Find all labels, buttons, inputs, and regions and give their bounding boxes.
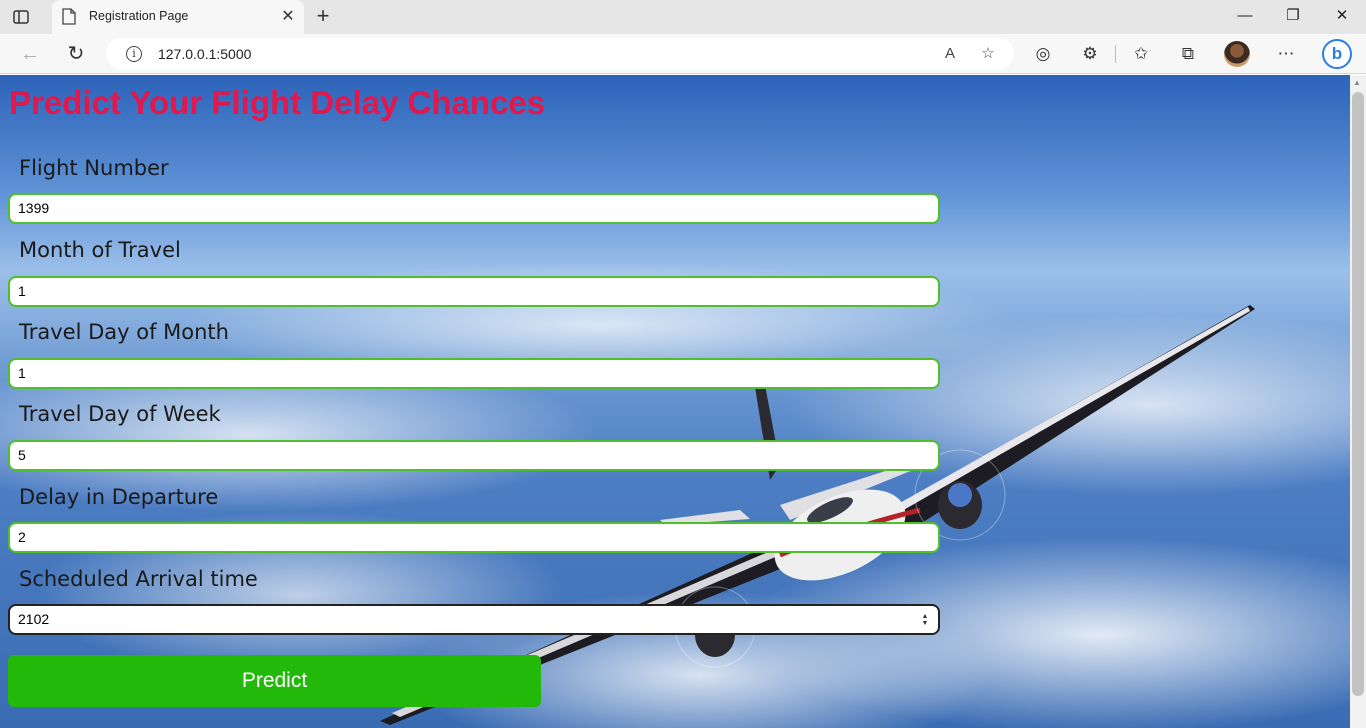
- address-bar[interactable]: i 127.0.0.1:5000 A ☆: [106, 38, 1014, 70]
- add-favorite-icon[interactable]: ☆: [978, 44, 998, 64]
- flight-number-label: Flight Number: [19, 156, 169, 180]
- month-of-travel-input[interactable]: 1: [8, 276, 940, 307]
- favorites-icon[interactable]: ✩: [1130, 43, 1152, 65]
- minimize-icon[interactable]: —: [1232, 5, 1258, 27]
- scheduled-arrival-time-value: 2102: [18, 611, 50, 627]
- flight-number-input[interactable]: 1399: [8, 193, 940, 224]
- url-text: 127.0.0.1:5000: [158, 46, 252, 62]
- travel-day-of-month-input[interactable]: 1: [8, 358, 940, 389]
- bing-chat-icon[interactable]: b: [1322, 39, 1352, 69]
- delay-in-departure-label: Delay in Departure: [19, 485, 219, 509]
- month-of-travel-label: Month of Travel: [19, 238, 181, 262]
- collections-icon[interactable]: ⧉: [1177, 43, 1199, 65]
- scroll-up-icon[interactable]: ▲: [1353, 78, 1361, 87]
- back-icon[interactable]: ←: [18, 42, 42, 66]
- refresh-icon[interactable]: ↻: [64, 42, 88, 66]
- document-icon: [62, 8, 76, 25]
- read-aloud-icon[interactable]: A: [940, 44, 960, 64]
- predict-button[interactable]: Predict: [8, 655, 541, 707]
- browser-toolbar: ← ↻ i 127.0.0.1:5000 A ☆ ◎ ⚙ ✩ ⧉ ⋯ b: [0, 34, 1366, 74]
- more-options-icon[interactable]: ⋯: [1275, 43, 1297, 65]
- new-tab-icon[interactable]: +: [312, 5, 334, 27]
- profile-avatar[interactable]: [1224, 41, 1250, 67]
- tab-title: Registration Page: [89, 9, 189, 23]
- scheduled-arrival-time-label: Scheduled Arrival time: [19, 567, 258, 591]
- site-info-icon[interactable]: i: [126, 46, 142, 62]
- travel-day-of-week-label: Travel Day of Week: [19, 402, 221, 426]
- scheduled-arrival-time-input[interactable]: 2102 ▲ ▼: [8, 604, 940, 635]
- tab-actions-icon[interactable]: [12, 8, 30, 26]
- number-spinner-icon[interactable]: ▲ ▼: [920, 613, 930, 627]
- toolbar-divider: [1115, 45, 1116, 63]
- page-title: Predict Your Flight Delay Chances: [9, 84, 546, 121]
- close-window-icon[interactable]: ✕: [1329, 5, 1355, 27]
- tab-registration-page[interactable]: Registration Page ✕: [52, 0, 304, 34]
- page-viewport: Predict Your Flight Delay Chances Flight…: [0, 75, 1350, 728]
- copilot-icon[interactable]: ◎: [1032, 43, 1054, 65]
- travel-day-of-week-input[interactable]: 5: [8, 440, 940, 471]
- extensions-icon[interactable]: ⚙: [1079, 43, 1101, 65]
- scrollbar-thumb[interactable]: [1352, 92, 1364, 696]
- travel-day-of-month-label: Travel Day of Month: [19, 320, 229, 344]
- restore-icon[interactable]: ❐: [1280, 5, 1306, 27]
- delay-in-departure-input[interactable]: 2: [8, 522, 940, 553]
- tab-bar: Registration Page ✕ + — ❐ ✕: [0, 0, 1366, 34]
- close-tab-icon[interactable]: ✕: [278, 7, 298, 27]
